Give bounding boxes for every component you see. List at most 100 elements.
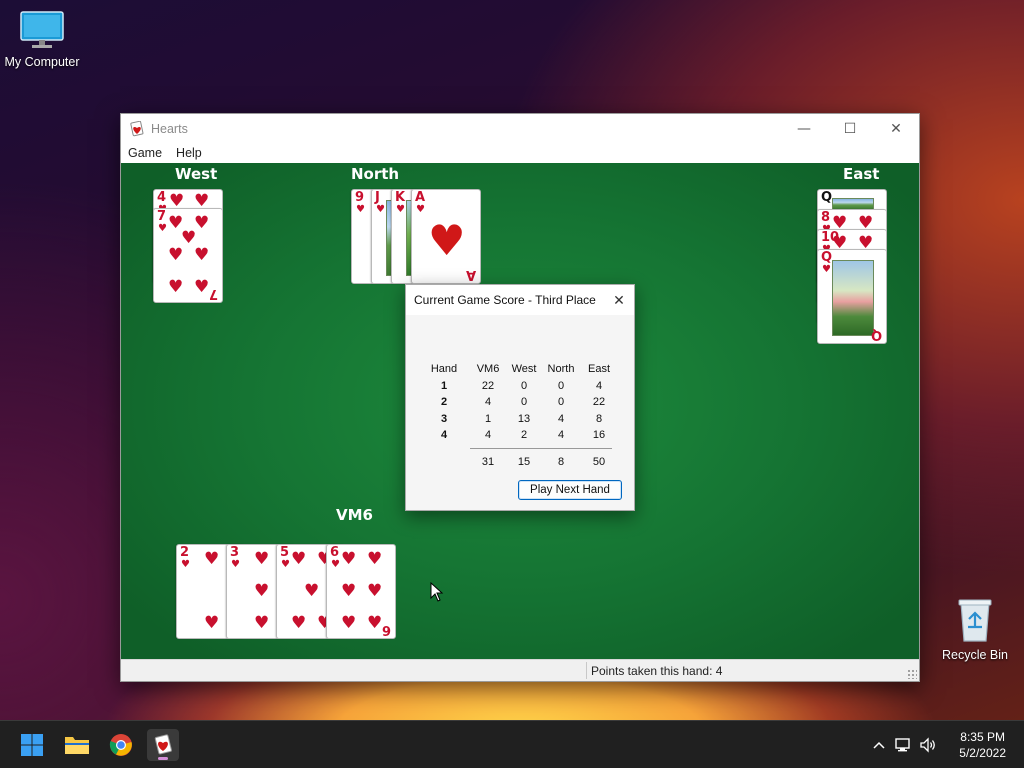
minimize-button[interactable]: — bbox=[781, 114, 827, 143]
desktop-icon-my-computer[interactable]: My Computer bbox=[0, 10, 84, 69]
score-cell: 8 bbox=[595, 412, 603, 425]
card-rank: K bbox=[395, 190, 406, 205]
score-total-cell: 8 bbox=[557, 455, 565, 468]
card-rank: Q bbox=[821, 190, 833, 205]
card-rank: 8 bbox=[821, 210, 831, 225]
score-cell: 16 bbox=[592, 429, 606, 442]
score-header: North bbox=[547, 363, 575, 376]
heart-pip: ♥ bbox=[341, 581, 357, 601]
taskbar-chrome[interactable] bbox=[105, 729, 137, 761]
heart-pip: ♥ bbox=[254, 581, 270, 601]
score-cell: 4 bbox=[484, 396, 492, 409]
taskbar-clock[interactable]: 8:35 PM 5/2/2022 bbox=[959, 729, 1006, 761]
score-row: 3 1 13 4 8 bbox=[420, 411, 620, 428]
taskbar: 8:35 PM 5/2/2022 bbox=[0, 720, 1024, 768]
maximize-button[interactable]: ☐ bbox=[827, 114, 873, 143]
heart-pip: ♥ bbox=[254, 549, 270, 569]
score-cell: 4 bbox=[440, 429, 448, 442]
card-rank: Q bbox=[821, 250, 833, 265]
clock-time: 8:35 PM bbox=[960, 730, 1005, 744]
dialog-close-button[interactable]: ✕ bbox=[604, 285, 634, 315]
card-rank: 5 bbox=[280, 545, 290, 560]
west-card: 7 ♥ ♥ ♥ ♥ ♥ ♥ ♥ ♥ 7 bbox=[153, 208, 223, 303]
heart-pip: ♥ bbox=[291, 549, 307, 569]
network-status[interactable] bbox=[890, 737, 916, 753]
card-rank-bottom: Q bbox=[870, 327, 882, 342]
menu-game[interactable]: Game bbox=[121, 146, 169, 160]
card-rank: A bbox=[415, 190, 426, 205]
card-suit: ♥ bbox=[158, 223, 167, 234]
score-cell: 1 bbox=[484, 412, 492, 425]
card-rank: 6 bbox=[330, 545, 340, 560]
card-suit: ♥ bbox=[181, 559, 190, 570]
score-header: East bbox=[587, 363, 610, 376]
score-total-divider bbox=[470, 447, 612, 449]
card-suit: ♥ bbox=[281, 559, 290, 570]
heart-pip: ♥ bbox=[254, 613, 270, 633]
play-next-hand-button[interactable]: Play Next Hand bbox=[518, 480, 622, 500]
heart-pip: ♥ bbox=[194, 277, 210, 297]
recycle-bin-icon bbox=[958, 599, 992, 642]
status-bar: Points taken this hand: 4 bbox=[121, 659, 919, 681]
chrome-icon bbox=[109, 734, 132, 756]
volume-control[interactable] bbox=[916, 737, 940, 753]
file-explorer-icon bbox=[65, 737, 89, 754]
window-title: Hearts bbox=[151, 121, 188, 136]
start-button[interactable] bbox=[16, 729, 48, 761]
hearts-icon bbox=[154, 734, 172, 755]
clock-date: 5/2/2022 bbox=[959, 746, 1006, 760]
menu-help[interactable]: Help bbox=[169, 146, 209, 160]
card-rank: 9 bbox=[355, 190, 365, 205]
score-total-cell: 31 bbox=[481, 455, 495, 468]
resize-grip-icon[interactable] bbox=[907, 669, 917, 679]
card-rank-bottom: 7 bbox=[208, 286, 218, 301]
north-card: A ♥ ♥ A bbox=[411, 189, 481, 284]
score-cell: 4 bbox=[557, 412, 565, 425]
score-cell: 22 bbox=[592, 396, 606, 409]
hand-card[interactable]: 6 ♥ ♥ ♥ ♥ ♥ ♥ ♥ 6 bbox=[326, 544, 396, 639]
card-rank-bottom: 6 bbox=[381, 622, 391, 637]
title-bar[interactable]: Hearts — ☐ ✕ bbox=[121, 114, 919, 143]
heart-pip: ♥ bbox=[204, 549, 220, 569]
desktop-icon-recycle-bin[interactable]: Recycle Bin bbox=[933, 597, 1017, 662]
heart-pip: ♥ bbox=[168, 245, 184, 265]
score-header-row: Hand VM6 West North East bbox=[420, 361, 620, 378]
queen-face-image bbox=[832, 260, 874, 336]
heart-pip: ♥ bbox=[367, 581, 383, 601]
card-rank-bottom: A bbox=[465, 267, 476, 282]
ace-heart-icon: ♥ bbox=[428, 216, 466, 265]
score-cell: 0 bbox=[520, 379, 528, 392]
score-cell: 2 bbox=[440, 396, 448, 409]
monitor-icon bbox=[20, 11, 64, 48]
card-rank: J bbox=[375, 190, 380, 205]
player-name-west: West bbox=[175, 165, 218, 183]
score-table: Hand VM6 West North East 1 22 0 0 4 2 4 … bbox=[420, 361, 620, 470]
player-name-north: North bbox=[351, 165, 400, 183]
dialog-title: Current Game Score - Third Place bbox=[414, 293, 596, 307]
card-rank: 3 bbox=[230, 545, 240, 560]
score-cell: 0 bbox=[557, 379, 565, 392]
score-header: Hand bbox=[430, 363, 458, 376]
player-name-south: VM6 bbox=[336, 506, 373, 524]
score-total-cell: 15 bbox=[517, 455, 531, 468]
heart-pip: ♥ bbox=[168, 277, 184, 297]
hearts-app-icon bbox=[130, 120, 144, 136]
show-hidden-icons-button[interactable] bbox=[868, 737, 890, 753]
start-icon bbox=[21, 734, 43, 756]
card-suit: ♥ bbox=[376, 204, 385, 215]
score-cell: 1 bbox=[440, 379, 448, 392]
card-rank: 4 bbox=[157, 190, 167, 205]
score-cell: 3 bbox=[440, 412, 448, 425]
heart-pip: ♥ bbox=[291, 613, 307, 633]
score-header: West bbox=[511, 363, 537, 376]
card-suit: ♥ bbox=[396, 204, 405, 215]
dialog-title-bar[interactable]: Current Game Score - Third Place ✕ bbox=[406, 285, 634, 315]
score-cell: 0 bbox=[520, 396, 528, 409]
score-cell: 4 bbox=[557, 429, 565, 442]
card-suit: ♥ bbox=[822, 264, 831, 275]
close-button[interactable]: ✕ bbox=[873, 114, 919, 143]
taskbar-hearts[interactable] bbox=[147, 729, 179, 761]
taskbar-file-explorer[interactable] bbox=[61, 729, 93, 761]
status-points-text: Points taken this hand: 4 bbox=[591, 664, 723, 678]
score-row: 1 22 0 0 4 bbox=[420, 378, 620, 395]
